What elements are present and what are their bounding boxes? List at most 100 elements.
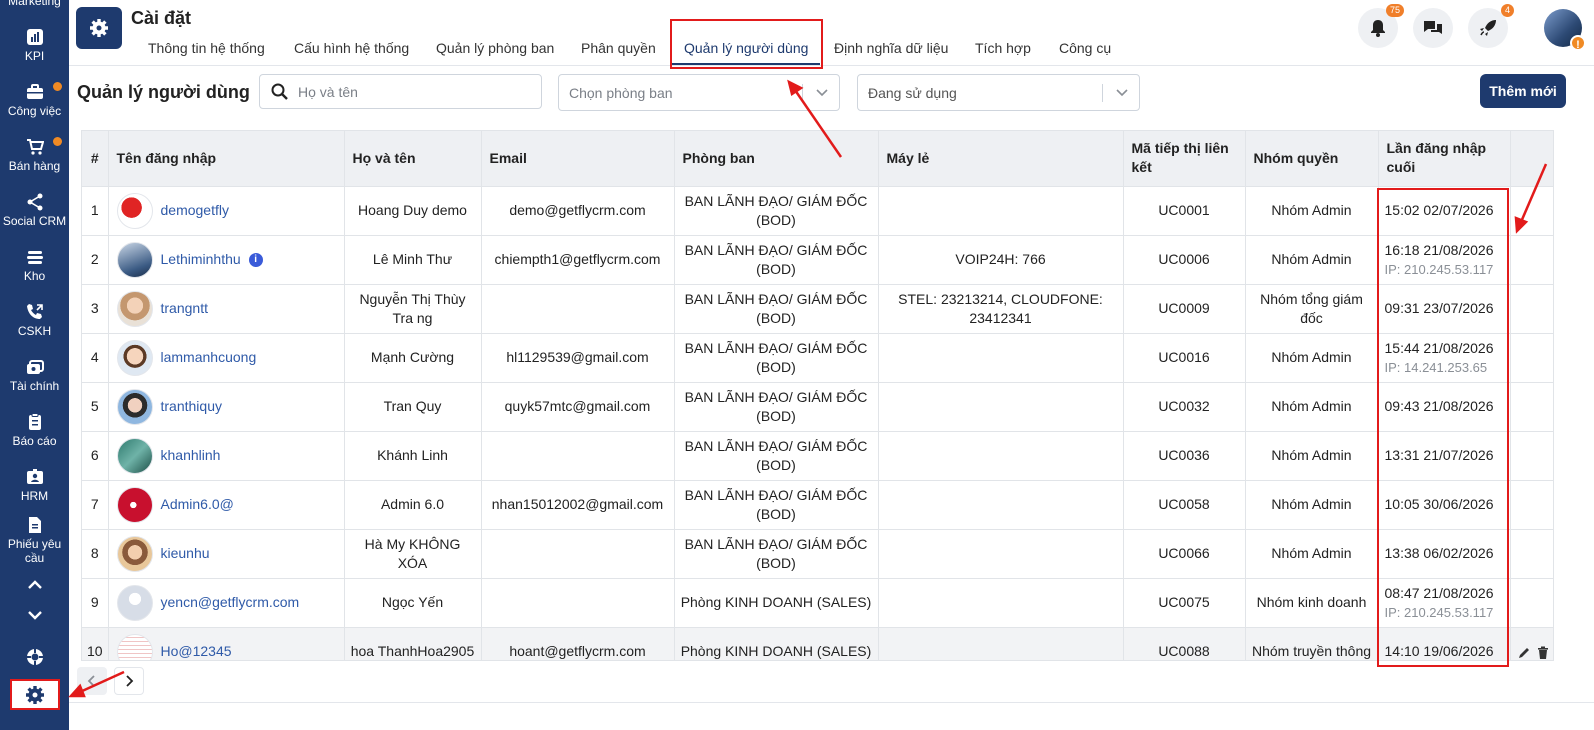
sidebar-item-hrm[interactable]: HRM — [0, 468, 69, 503]
permission-group-cell: Nhóm kinh doanh — [1245, 577, 1379, 627]
sidebar-item-kpi[interactable]: KPI — [0, 28, 69, 63]
sidebar-item-kho[interactable]: Kho — [0, 248, 69, 283]
username-link[interactable]: yencn@getflycrm.com — [161, 593, 300, 612]
tab-dinh-nghia-du-lieu[interactable]: Định nghĩa dữ liệu — [834, 40, 948, 56]
affiliate-code-cell: UC0006 — [1123, 234, 1246, 284]
info-icon[interactable]: i — [248, 252, 263, 267]
warning-icon: ! — [1570, 35, 1586, 51]
affiliate-code-cell: UC0036 — [1123, 430, 1246, 480]
table-row[interactable]: 6 khanhlinh Khánh Linh BAN LÃNH ĐẠO/ GIÁM Đ… — [82, 430, 1553, 480]
actions-cell — [1510, 577, 1553, 627]
username-cell: lammanhcuong — [113, 339, 340, 376]
avatar — [116, 535, 153, 572]
user-avatar[interactable]: ! — [1544, 9, 1586, 51]
tab-quan-ly-phong-ban[interactable]: Quản lý phòng ban — [436, 40, 554, 56]
table-row[interactable]: 4 lammanhcuong Mạnh Cường hl1129539@gmail.c… — [82, 332, 1553, 382]
next-page-button[interactable] — [114, 667, 144, 695]
username-cell: khanhlinh — [113, 437, 340, 474]
username-link[interactable]: Admin6.0@ — [161, 495, 234, 514]
username-link[interactable]: Lethiminhthu — [161, 250, 241, 269]
lifebuoy-icon — [26, 649, 43, 665]
table-row[interactable]: 3 trangntt Nguyễn Thị Thùy Tra ng BAN LÃNH … — [82, 283, 1553, 333]
tab-tich-hop[interactable]: Tích hợp — [975, 40, 1031, 56]
department-cell: BAN LÃNH ĐẠO/ GIÁM ĐỐC (BOD) — [674, 283, 879, 333]
extension-cell — [878, 381, 1124, 431]
avatar — [116, 486, 153, 523]
avatar — [116, 388, 153, 425]
fullname-cell: Admin 6.0 — [344, 479, 482, 529]
users-table: # Tên đăng nhập Họ và tên Email Phòng ba… — [81, 130, 1554, 661]
username-link[interactable]: Ho@12345 — [161, 642, 232, 660]
tab-phan-quyen[interactable]: Phân quyền — [581, 40, 656, 56]
header: Cài đặt Thông tin hệ thống Cấu hình hệ t… — [69, 0, 1594, 69]
fullname-cell: hoa ThanhHoa2905 — [344, 626, 482, 660]
username-link[interactable]: lammanhcuong — [161, 348, 257, 367]
department-cell: BAN LÃNH ĐẠO/ GIÁM ĐỐC (BOD) — [674, 479, 879, 529]
sidebar: Marketing KPI Công việc Bán hàng Social … — [0, 0, 69, 730]
avatar — [116, 339, 153, 376]
email-cell: hoant@getflycrm.com — [481, 626, 675, 660]
sidebar-item-cskh[interactable]: CSKH — [0, 303, 69, 338]
row-number: 2 — [82, 234, 109, 284]
money-icon — [26, 360, 44, 374]
actions-cell — [1510, 528, 1553, 578]
affiliate-code-cell: UC0001 — [1123, 185, 1246, 235]
table-row[interactable]: 9 yencn@getflycrm.com Ngọc Yến Phòng KINH D… — [82, 577, 1553, 627]
sidebar-item-tai-chinh[interactable]: Tài chính — [0, 358, 69, 393]
sidebar-item-phieu-yeu-cau[interactable]: Phiếu yêu cầu — [0, 516, 69, 565]
table-row[interactable]: 1 demogetfly Hoang Duy demo demo@getflycrm.… — [82, 185, 1553, 235]
username-link[interactable]: tranthiquy — [161, 397, 222, 416]
sidebar-item-label: Social CRM — [2, 214, 67, 228]
prev-page-button[interactable] — [77, 667, 107, 695]
tab-cong-cu[interactable]: Công cụ — [1059, 40, 1111, 56]
scroll-up-button[interactable] — [0, 576, 69, 597]
email-cell — [481, 528, 675, 578]
column-header: Mã tiếp thị liên kết — [1123, 131, 1246, 186]
username-link[interactable]: khanhlinh — [161, 446, 221, 465]
sidebar-item-marketing[interactable]: Marketing — [0, 0, 69, 8]
status-select[interactable]: Đang sử dụng — [857, 74, 1140, 111]
row-number: 3 — [82, 283, 109, 333]
affiliate-code-cell: UC0032 — [1123, 381, 1246, 431]
table-row[interactable]: 10 Ho@12345 hoa ThanhHoa2905 hoant@getflycr… — [82, 626, 1553, 660]
tab-thong-tin-he-thong[interactable]: Thông tin hệ thống — [148, 40, 265, 56]
username-link[interactable]: kieunhu — [161, 544, 210, 563]
row-number: 9 — [82, 577, 109, 627]
id-card-icon — [26, 469, 43, 484]
permission-group-cell: Nhóm truyền thông — [1245, 626, 1379, 660]
sidebar-item-social-crm[interactable]: Social CRM — [0, 193, 69, 228]
settings-button[interactable] — [10, 679, 60, 710]
chat-icon — [1424, 21, 1442, 34]
scroll-down-button[interactable] — [0, 606, 69, 627]
notifications-button[interactable]: 75 — [1358, 4, 1404, 48]
department-cell: Phòng KINH DOANH (SALES) — [674, 577, 879, 627]
fullname-cell: Lê Minh Thư — [344, 234, 482, 284]
tab-cau-hinh-he-thong[interactable]: Cấu hình hệ thống — [294, 40, 409, 56]
department-select-placeholder: Chọn phòng ban — [569, 85, 673, 101]
username-link[interactable]: demogetfly — [161, 201, 229, 220]
table-row[interactable]: 2 Lethiminhthu i Lê Minh Thư chiempth1@getfl… — [82, 234, 1553, 284]
add-user-button[interactable]: Thêm mới — [1480, 74, 1566, 108]
trash-icon[interactable] — [1537, 646, 1549, 660]
row-number: 5 — [82, 381, 109, 431]
sidebar-item-label: KPI — [24, 49, 45, 63]
sidebar-item-label: Báo cáo — [12, 434, 57, 448]
username-link[interactable]: trangntt — [161, 299, 208, 318]
search-input[interactable] — [298, 81, 533, 103]
fullname-cell: Nguyễn Thị Thùy Tra ng — [344, 283, 482, 333]
sidebar-item-bao-cao[interactable]: Báo cáo — [0, 413, 69, 448]
support-button[interactable] — [0, 648, 69, 669]
email-cell: quyk57mtc@gmail.com — [481, 381, 675, 431]
department-select[interactable]: Chọn phòng ban — [558, 74, 840, 111]
email-cell: chiempth1@getflycrm.com — [481, 234, 675, 284]
sidebar-item-label: Công việc — [7, 104, 62, 118]
edit-icon[interactable] — [1517, 646, 1531, 660]
rocket-button[interactable]: 4 — [1468, 4, 1514, 48]
chat-button[interactable] — [1413, 8, 1453, 48]
column-header: Lần đăng nhập cuối — [1378, 131, 1511, 186]
table-row[interactable]: 7 Admin6.0@ Admin 6.0 nhan15012002@gmail.co… — [82, 479, 1553, 529]
table-row[interactable]: 8 kieunhu Hà My KHÔNG XÓA BAN LÃNH ĐẠO/ GIÁ… — [82, 528, 1553, 578]
table-row[interactable]: 5 tranthiquy Tran Quy quyk57mtc@gmail.com BA… — [82, 381, 1553, 431]
row-number: 6 — [82, 430, 109, 480]
column-header-actions — [1510, 131, 1553, 186]
